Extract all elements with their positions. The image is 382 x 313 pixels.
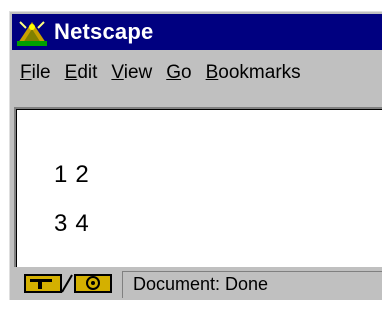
status-text: Document: Done: [122, 271, 382, 298]
menu-go-label: o: [181, 62, 192, 83]
menu-file[interactable]: File: [20, 62, 51, 84]
security-lock-icon[interactable]: [22, 272, 114, 295]
menu-bar: File Edit View Go Bookmarks: [12, 52, 382, 94]
title-bar[interactable]: Netscape: [12, 14, 382, 50]
status-bar: Document: Done: [12, 269, 382, 299]
menu-view-accel: V: [111, 62, 124, 83]
page-content[interactable]: 12 34: [14, 107, 382, 267]
screen: Netscape File Edit View Go Bookmarks 12 …: [0, 0, 382, 313]
cell: 2: [75, 161, 89, 188]
menu-edit[interactable]: Edit: [65, 62, 98, 84]
menu-go[interactable]: Go: [166, 62, 191, 84]
menu-file-label: ile: [31, 62, 51, 83]
cell: 3: [54, 210, 68, 237]
netscape-logo-icon: [15, 17, 49, 47]
content-row: 34: [54, 210, 97, 238]
menu-file-accel: F: [20, 62, 32, 83]
menu-edit-label: dit: [77, 62, 98, 83]
netscape-window: Netscape File Edit View Go Bookmarks 12 …: [9, 11, 382, 300]
content-row: 12: [54, 161, 97, 189]
menu-view-label: iew: [123, 62, 153, 83]
window-title: Netscape: [54, 19, 154, 44]
menu-bookmarks-accel: B: [205, 62, 219, 83]
menu-bookmarks-label: ookmarks: [218, 62, 301, 83]
cell: 4: [75, 210, 89, 237]
menu-bookmarks[interactable]: Bookmarks: [206, 62, 301, 84]
menu-view[interactable]: View: [111, 62, 152, 84]
cell: 1: [54, 161, 68, 188]
menu-go-accel: G: [166, 62, 182, 83]
menu-edit-accel: E: [64, 62, 78, 83]
